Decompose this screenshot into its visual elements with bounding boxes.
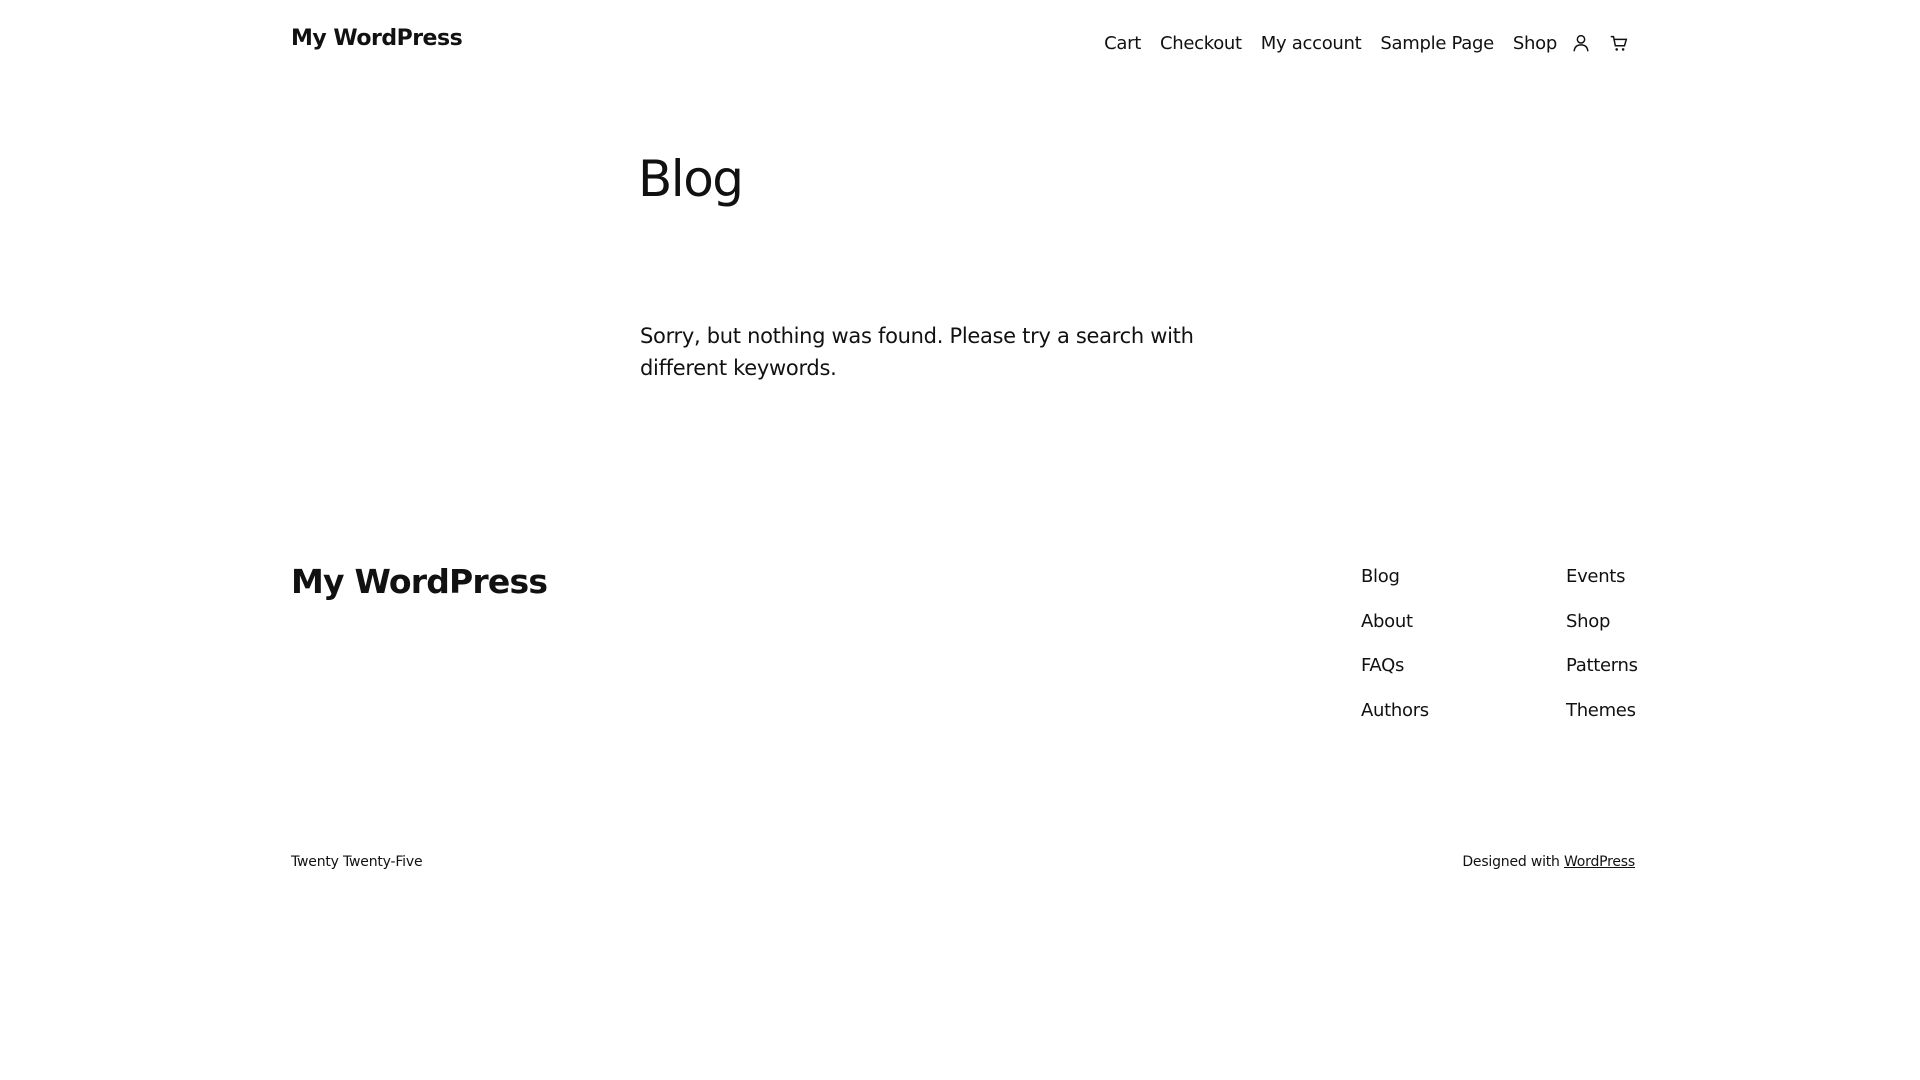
nav-link-my-account[interactable]: My account xyxy=(1261,33,1362,54)
site-title-link[interactable]: My WordPress xyxy=(291,26,463,51)
footer-site-title-link[interactable]: My WordPress xyxy=(291,562,548,601)
footer-nav-column-2: Events Shop Patterns Themes xyxy=(1566,566,1638,744)
cart-button[interactable] xyxy=(1605,29,1633,57)
cart-icon xyxy=(1610,35,1628,51)
no-results-message: Sorry, but nothing was found. Please try… xyxy=(640,324,1194,380)
page-title: Blog xyxy=(638,150,744,208)
nav-link-cart[interactable]: Cart xyxy=(1104,33,1141,54)
footer-link-patterns[interactable]: Patterns xyxy=(1566,655,1638,677)
footer-link-about[interactable]: About xyxy=(1361,611,1429,633)
designed-with-text: Designed with xyxy=(1462,854,1564,870)
theme-name: Twenty Twenty-Five xyxy=(291,854,423,870)
footer-nav-column-1: Blog About FAQs Authors xyxy=(1361,566,1429,744)
designed-with-credit: Designed with WordPress xyxy=(1462,854,1635,870)
footer-link-authors[interactable]: Authors xyxy=(1361,700,1429,722)
footer-link-blog[interactable]: Blog xyxy=(1361,566,1429,588)
nav-link-checkout[interactable]: Checkout xyxy=(1160,33,1242,54)
header-navigation: Cart Checkout My account Sample Page Sho… xyxy=(1104,29,1633,57)
account-button[interactable] xyxy=(1567,29,1595,57)
wordpress-link[interactable]: WordPress xyxy=(1564,854,1635,870)
nav-link-sample-page[interactable]: Sample Page xyxy=(1380,33,1494,54)
footer-link-faqs[interactable]: FAQs xyxy=(1361,655,1429,677)
page: My WordPress Cart Checkout My account Sa… xyxy=(0,0,1920,1080)
nav-link-shop[interactable]: Shop xyxy=(1513,33,1557,54)
footer-link-shop[interactable]: Shop xyxy=(1566,611,1638,633)
footer-link-events[interactable]: Events xyxy=(1566,566,1638,588)
footer-link-themes[interactable]: Themes xyxy=(1566,700,1638,722)
account-icon xyxy=(1573,34,1589,52)
